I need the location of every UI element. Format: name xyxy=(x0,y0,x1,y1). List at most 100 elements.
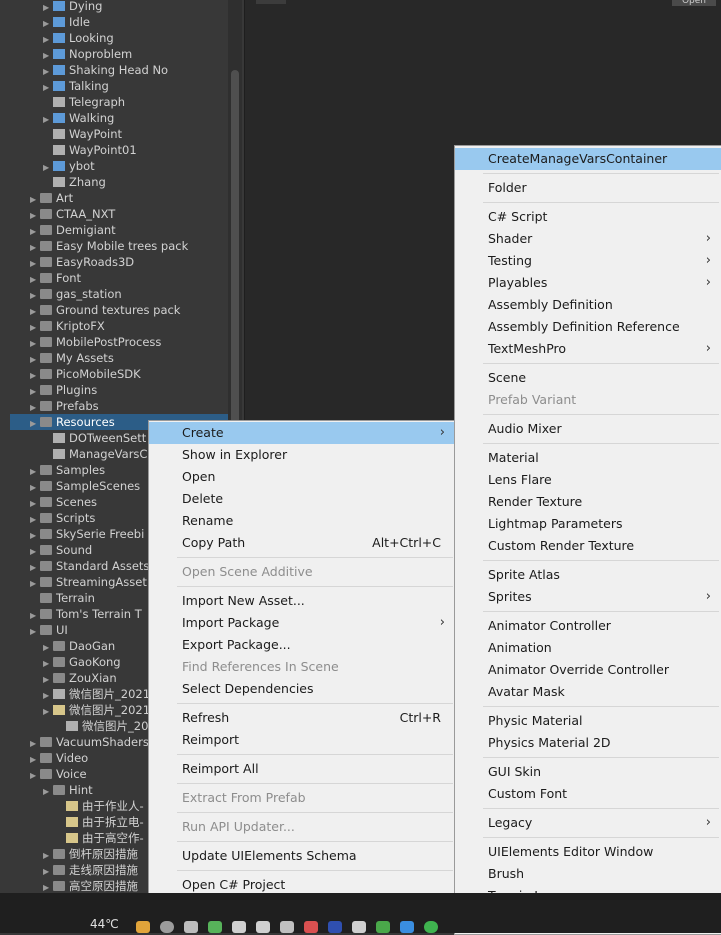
expand-arrow-icon[interactable]: ▶ xyxy=(30,624,40,640)
tree-row[interactable]: ▶ 倒杆原因措施 xyxy=(43,846,138,862)
tree-row[interactable]: 由于作业人- xyxy=(56,798,144,814)
tree-row[interactable]: ▶ Tom's Terrain T xyxy=(30,606,142,622)
tree-row[interactable]: ▶ Walking xyxy=(43,110,114,126)
tree-row[interactable]: ▶ Standard Assets xyxy=(30,558,149,574)
tree-row[interactable]: ▶ ybot xyxy=(43,158,95,174)
menu-item-assembly-definition[interactable]: Assembly Definition xyxy=(455,294,721,316)
menu-item-textmeshpro[interactable]: TextMeshPro › xyxy=(455,338,721,360)
tree-row[interactable]: ▶ PicoMobileSDK xyxy=(30,366,141,382)
tree-row[interactable]: ▶ 走线原因措施 xyxy=(43,862,138,878)
tree-row[interactable]: ▶ EasyRoads3D xyxy=(30,254,134,270)
tree-row[interactable]: ▶ Idle xyxy=(43,14,90,30)
tree-row[interactable]: ▶ Samples xyxy=(30,462,105,478)
menu-item-material[interactable]: Material xyxy=(455,447,721,469)
tree-row[interactable]: ▶ KriptoFX xyxy=(30,318,105,334)
menu-item-playables[interactable]: Playables › xyxy=(455,272,721,294)
menu-item-animation[interactable]: Animation xyxy=(455,637,721,659)
menu-item-delete[interactable]: Delete xyxy=(149,488,455,510)
menu-item-update-uielements-schema[interactable]: Update UIElements Schema xyxy=(149,845,455,867)
tray-app-icon[interactable] xyxy=(208,921,222,933)
menu-item-uielements-editor-window[interactable]: UIElements Editor Window xyxy=(455,841,721,863)
tree-row[interactable]: ▶ CTAA_NXT xyxy=(30,206,115,222)
tray-app-icon[interactable] xyxy=(256,921,270,933)
menu-item-sprite-atlas[interactable]: Sprite Atlas xyxy=(455,564,721,586)
tree-row[interactable]: ▶ My Assets xyxy=(30,350,114,366)
tree-row[interactable]: 由于拆立电- xyxy=(56,814,144,830)
tree-row[interactable]: ▶ 高空原因措施 xyxy=(43,878,138,894)
menu-item-copy-path[interactable]: Copy Path Alt+Ctrl+C xyxy=(149,532,455,554)
tree-row[interactable]: ▶ SampleScenes xyxy=(30,478,140,494)
tree-row[interactable]: ▶ Art xyxy=(30,190,73,206)
tree-row[interactable]: ▶ VacuumShaders xyxy=(30,734,149,750)
tray-app-icon[interactable] xyxy=(400,921,414,933)
tree-row[interactable]: ▶ 微信图片_2021 xyxy=(43,702,150,718)
tray-app-icon[interactable] xyxy=(136,921,150,933)
tree-row[interactable]: Telegraph xyxy=(43,94,125,110)
tray-app-icon[interactable] xyxy=(328,921,342,933)
menu-item-select-dependencies[interactable]: Select Dependencies xyxy=(149,678,455,700)
expand-arrow-icon[interactable]: ▶ xyxy=(30,416,40,432)
wechat-icon[interactable] xyxy=(424,921,438,933)
tray-app-icon[interactable] xyxy=(280,921,294,933)
tray-app-icon[interactable] xyxy=(184,921,198,933)
menu-item-animator-controller[interactable]: Animator Controller xyxy=(455,615,721,637)
tray-app-icon[interactable] xyxy=(304,921,318,933)
menu-item-c#-script[interactable]: C# Script xyxy=(455,206,721,228)
tree-row[interactable]: ▶ Looking xyxy=(43,30,114,46)
open-button[interactable]: Open xyxy=(672,0,716,6)
tree-row[interactable]: ▶ Resources xyxy=(30,414,115,430)
tree-row[interactable]: ▶ Sound xyxy=(30,542,92,558)
menu-item-create[interactable]: Create › xyxy=(149,422,455,444)
toolbar-button[interactable] xyxy=(256,0,286,4)
expand-arrow-icon[interactable]: ▶ xyxy=(30,768,40,784)
menu-item-export-package[interactable]: Export Package... xyxy=(149,634,455,656)
tree-row[interactable]: ▶ Voice xyxy=(30,766,87,782)
scrollbar-thumb[interactable] xyxy=(231,70,239,430)
menu-item-gui-skin[interactable]: GUI Skin xyxy=(455,761,721,783)
tree-row[interactable]: ▶ Demigiant xyxy=(30,222,116,238)
tree-row[interactable]: ▶ Scenes xyxy=(30,494,97,510)
menu-item-render-texture[interactable]: Render Texture xyxy=(455,491,721,513)
menu-item-folder[interactable]: Folder xyxy=(455,177,721,199)
expand-arrow-icon[interactable]: ▶ xyxy=(43,704,53,720)
tree-row[interactable]: Zhang xyxy=(43,174,106,190)
tree-row[interactable]: WayPoint01 xyxy=(43,142,137,158)
tree-row[interactable]: 由于高空作- xyxy=(56,830,144,846)
menu-item-lens-flare[interactable]: Lens Flare xyxy=(455,469,721,491)
tree-row[interactable]: ▶ UI xyxy=(30,622,68,638)
menu-item-brush[interactable]: Brush xyxy=(455,863,721,885)
menu-item-rename[interactable]: Rename xyxy=(149,510,455,532)
tree-row[interactable]: ▶ MobilePostProcess xyxy=(30,334,161,350)
tree-row[interactable]: DOTweenSett xyxy=(43,430,146,446)
tree-row[interactable]: Terrain xyxy=(30,590,95,606)
tree-row[interactable]: ▶ Noproblem xyxy=(43,46,132,62)
menu-item-physic-material[interactable]: Physic Material xyxy=(455,710,721,732)
menu-item-custom-font[interactable]: Custom Font xyxy=(455,783,721,805)
tray-app-icon[interactable] xyxy=(352,921,366,933)
tree-row[interactable]: ▶ SkySerie Freebi xyxy=(30,526,144,542)
tree-row[interactable]: ▶ Prefabs xyxy=(30,398,99,414)
tray-app-icon[interactable] xyxy=(376,921,390,933)
menu-item-open[interactable]: Open xyxy=(149,466,455,488)
menu-item-animator-override-controller[interactable]: Animator Override Controller xyxy=(455,659,721,681)
menu-item-sprites[interactable]: Sprites › xyxy=(455,586,721,608)
menu-item-reimport-all[interactable]: Reimport All xyxy=(149,758,455,780)
tree-row[interactable]: ManageVarsC xyxy=(43,446,147,462)
tree-row[interactable]: ▶ Scripts xyxy=(30,510,95,526)
tree-row[interactable]: ▶ DaoGan xyxy=(43,638,115,654)
tree-row[interactable]: ▶ ZouXian xyxy=(43,670,117,686)
menu-item-shader[interactable]: Shader › xyxy=(455,228,721,250)
menu-item-scene[interactable]: Scene xyxy=(455,367,721,389)
tree-row[interactable]: ▶ GaoKong xyxy=(43,654,121,670)
tree-row[interactable]: ▶ 微信图片_2021 xyxy=(43,686,150,702)
tray-app-icon[interactable] xyxy=(232,921,246,933)
tree-row[interactable]: ▶ StreamingAsset xyxy=(30,574,147,590)
menu-item-refresh[interactable]: Refresh Ctrl+R xyxy=(149,707,455,729)
menu-item-createmanagevarscontainer[interactable]: CreateManageVarsContainer xyxy=(455,148,721,170)
menu-item-import-package[interactable]: Import Package › xyxy=(149,612,455,634)
tree-row[interactable]: ▶ Video xyxy=(30,750,88,766)
menu-item-audio-mixer[interactable]: Audio Mixer xyxy=(455,418,721,440)
menu-item-reimport[interactable]: Reimport xyxy=(149,729,455,751)
menu-item-assembly-definition-reference[interactable]: Assembly Definition Reference xyxy=(455,316,721,338)
menu-item-custom-render-texture[interactable]: Custom Render Texture xyxy=(455,535,721,557)
